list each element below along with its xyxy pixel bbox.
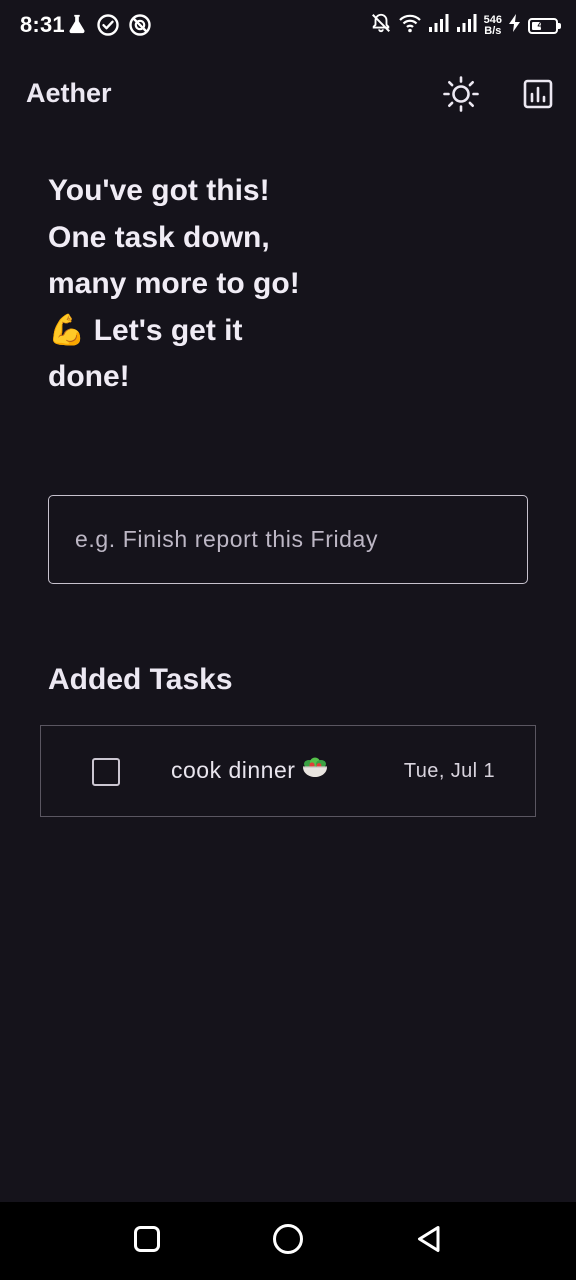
bell-off-icon xyxy=(370,12,392,39)
net-speed-value: 546 xyxy=(483,13,502,26)
motivation-line: You've got this! xyxy=(48,174,270,207)
status-left-icons xyxy=(66,13,152,42)
motivation-line: 💪 Let's get it xyxy=(48,313,243,347)
motivation-message: You've got this! One task down, many mor… xyxy=(48,168,348,401)
charging-icon xyxy=(508,13,522,38)
task-checkbox[interactable] xyxy=(92,758,120,786)
added-tasks-heading: Added Tasks xyxy=(48,663,233,696)
home-icon xyxy=(272,1223,304,1260)
wifi-icon xyxy=(398,12,422,39)
motivation-line: done! xyxy=(48,360,130,393)
app-title: Aether xyxy=(26,78,112,108)
back-button[interactable] xyxy=(408,1220,450,1262)
signal-icon xyxy=(456,13,478,38)
recent-apps-icon xyxy=(133,1225,161,1258)
statistics-button[interactable] xyxy=(515,73,561,119)
status-right-icons: 546 B/s 41 xyxy=(370,12,561,39)
back-icon xyxy=(415,1224,443,1259)
no-entry-icon xyxy=(128,13,152,42)
motivation-line: One task down, xyxy=(48,220,270,254)
check-circle-icon xyxy=(96,13,120,42)
home-button[interactable] xyxy=(267,1220,309,1262)
salad-bowl-icon xyxy=(301,755,329,785)
recent-apps-button[interactable] xyxy=(126,1220,168,1262)
theme-toggle-button[interactable] xyxy=(438,73,484,119)
task-name-wrapper: cook dinner xyxy=(171,757,329,785)
net-speed: 546 B/s xyxy=(483,13,502,37)
chart-icon xyxy=(523,79,553,114)
battery-icon: 41 xyxy=(528,17,561,34)
net-speed-unit: B/s xyxy=(484,24,502,37)
motivation-line: many more to go! xyxy=(48,267,300,300)
flask-icon xyxy=(66,13,88,42)
sun-icon xyxy=(442,75,480,118)
task-date: Tue, Jul 1 xyxy=(403,760,495,782)
battery-level: 41 xyxy=(537,20,549,31)
status-time: 8:31 xyxy=(20,12,65,37)
task-list-item[interactable]: cook dinner Tue, Jul 1 xyxy=(40,725,536,817)
status-bar: 8:31 546 B/s 41 xyxy=(0,0,576,52)
system-navigation-bar xyxy=(0,1202,576,1280)
task-input[interactable] xyxy=(48,495,528,584)
signal-icon xyxy=(428,13,450,38)
task-name: cook dinner xyxy=(171,757,296,783)
